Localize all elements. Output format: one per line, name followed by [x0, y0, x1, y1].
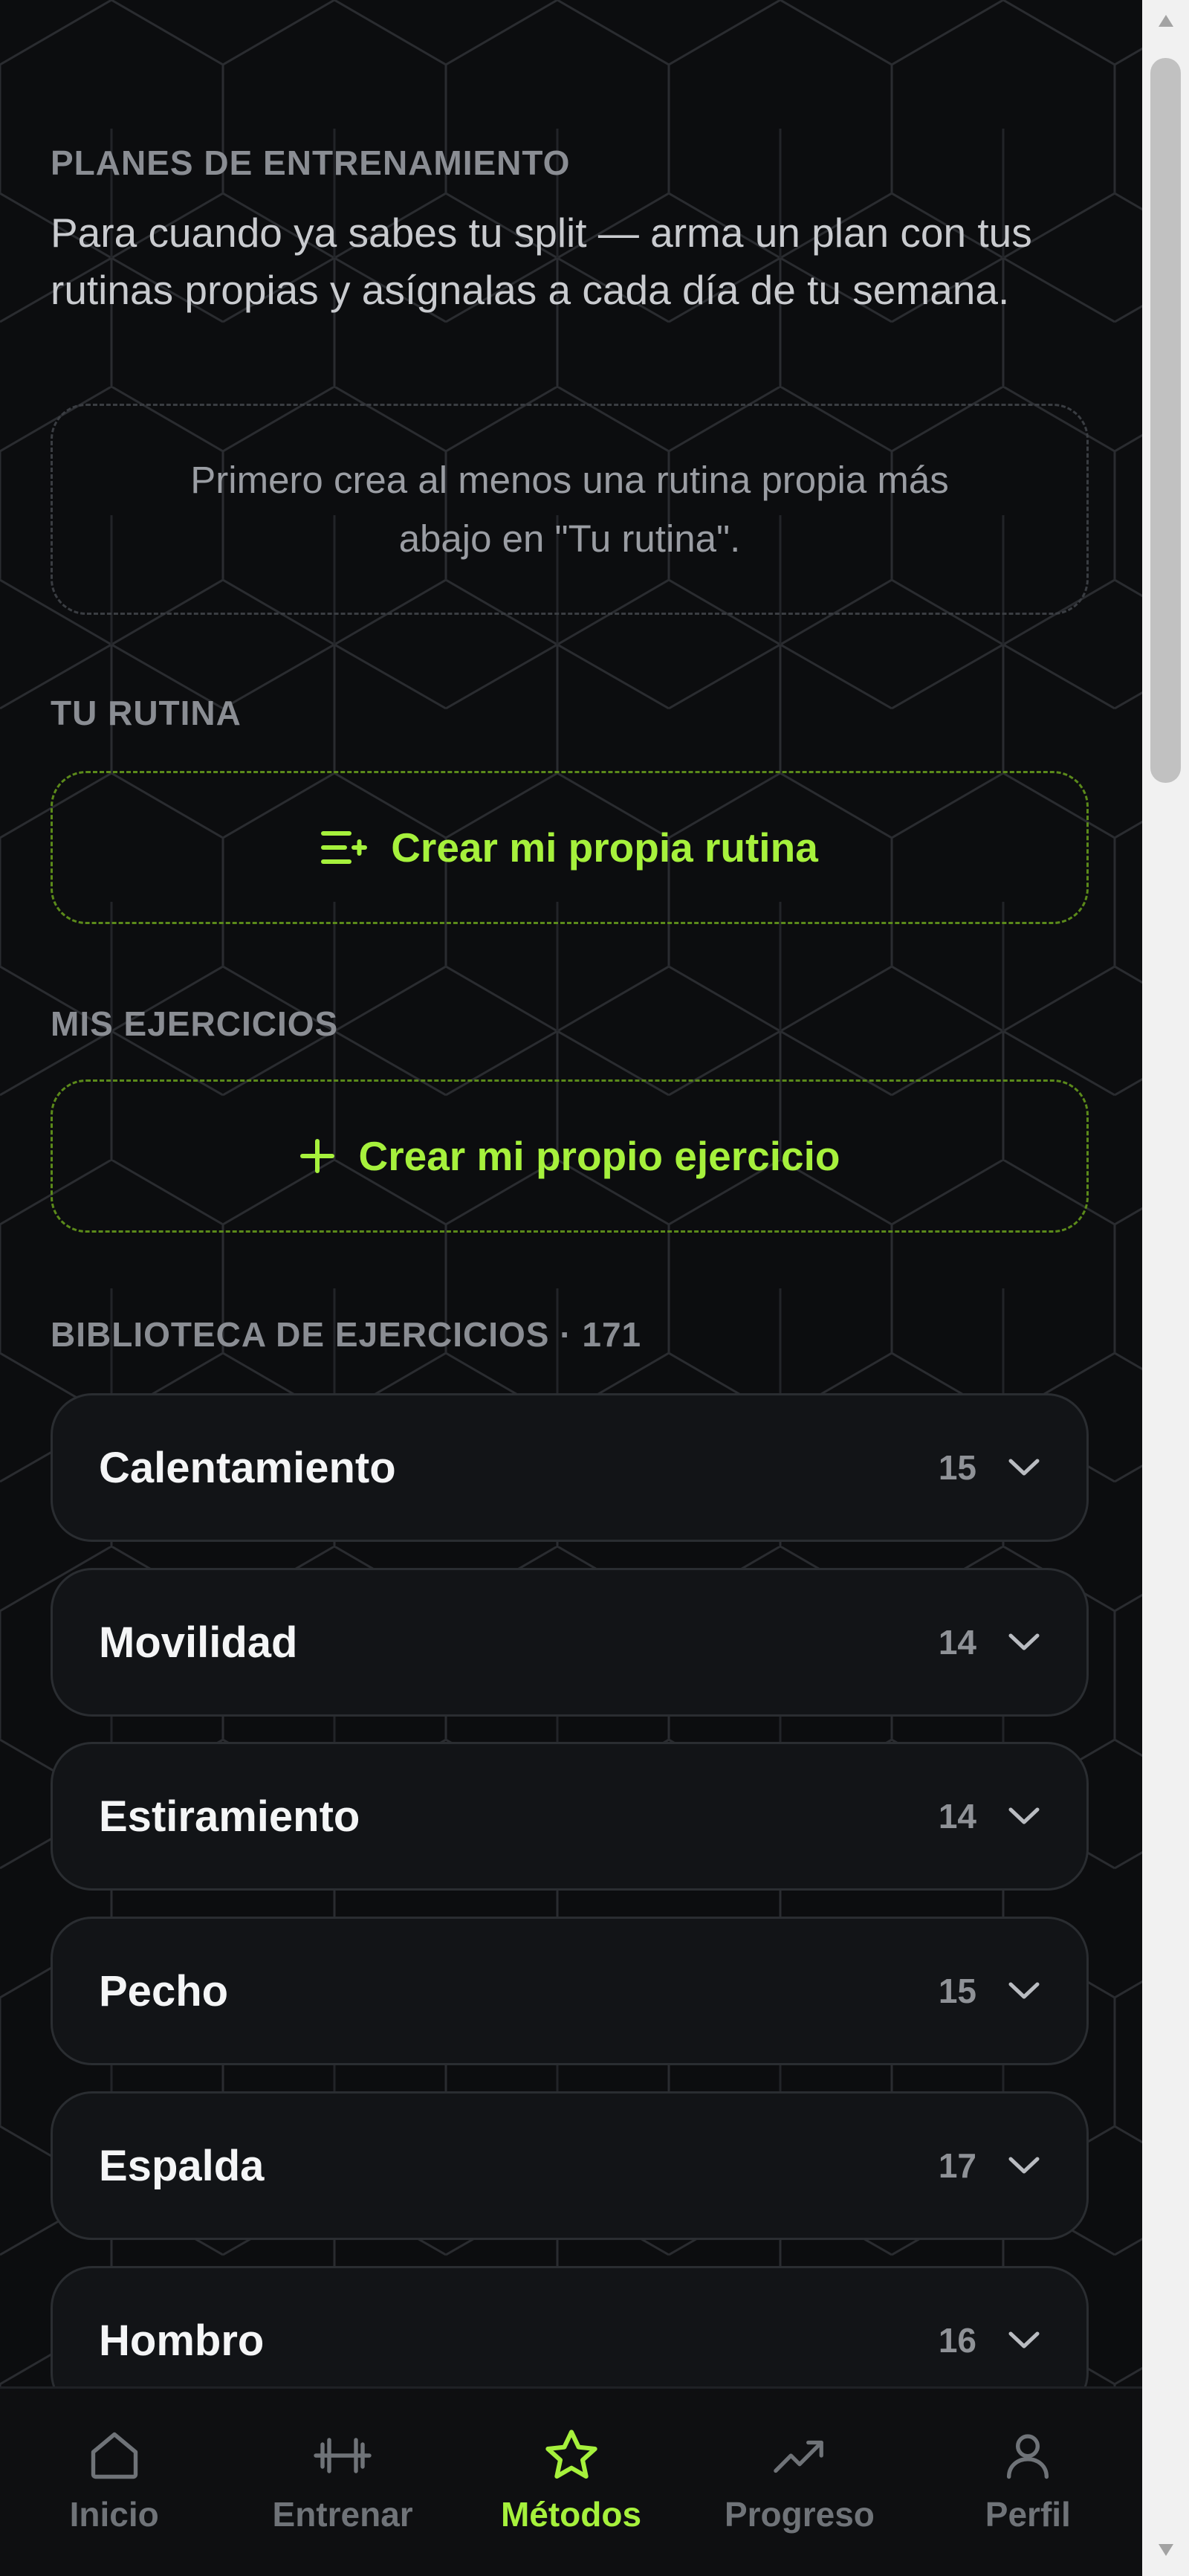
create-exercise-button[interactable]: Crear mi propio ejercicio	[51, 1079, 1089, 1233]
category-count: 17	[938, 2146, 976, 2185]
bottom-navigation: Inicio Entrenar Métodos Progreso Perfil	[0, 2386, 1142, 2576]
category-name: Espalda	[99, 2141, 265, 2190]
category-count: 14	[938, 1797, 976, 1836]
vertical-scrollbar[interactable]	[1142, 0, 1189, 2576]
nav-label-entrenar: Entrenar	[272, 2495, 413, 2534]
list-add-icon	[321, 829, 368, 866]
nav-item-perfil[interactable]: Perfil	[914, 2389, 1142, 2576]
create-routine-button[interactable]: Crear mi propia rutina	[51, 771, 1089, 924]
category-name: Estiramiento	[99, 1792, 360, 1841]
scrollbar-thumb[interactable]	[1150, 58, 1181, 783]
nav-label-inicio: Inicio	[69, 2495, 159, 2534]
home-icon	[86, 2426, 143, 2485]
main-content: PLANES DE ENTRENAMIENTO Para cuando ya s…	[0, 0, 1142, 2386]
nav-item-inicio[interactable]: Inicio	[0, 2389, 228, 2576]
plans-empty-note-text: Primero crea al menos una rutina propia …	[190, 459, 949, 560]
nav-label-metodos: Métodos	[500, 2495, 642, 2534]
category-item[interactable]: Espalda 17	[51, 2091, 1089, 2240]
plans-empty-note: Primero crea al menos una rutina propia …	[51, 404, 1089, 615]
plans-description: Para cuando ya sabes tu split — arma un …	[51, 210, 1032, 313]
category-name: Hombro	[99, 2316, 265, 2365]
plans-heading: PLANES DE ENTRENAMIENTO	[51, 143, 571, 182]
category-item[interactable]: Estiramiento 14	[51, 1742, 1089, 1891]
nav-label-progreso: Progreso	[724, 2495, 875, 2534]
category-item[interactable]: Calentamiento 15	[51, 1393, 1089, 1542]
chevron-down-icon	[1008, 1633, 1040, 1652]
category-item[interactable]: Pecho 15	[51, 1917, 1089, 2065]
category-item[interactable]: Movilidad 14	[51, 1568, 1089, 1717]
category-name: Pecho	[99, 1966, 229, 2015]
category-item[interactable]: Hombro 16	[51, 2266, 1089, 2386]
nav-item-progreso[interactable]: Progreso	[685, 2389, 913, 2576]
app-screen: PLANES DE ENTRENAMIENTO Para cuando ya s…	[0, 0, 1189, 2576]
create-exercise-label: Crear mi propio ejercicio	[358, 1133, 840, 1179]
star-icon	[542, 2426, 601, 2485]
plus-icon	[299, 1138, 335, 1174]
category-count: 16	[938, 2321, 976, 2360]
exercises-heading: MIS EJERCICIOS	[51, 1004, 339, 1043]
dumbbell-icon	[311, 2426, 374, 2485]
nav-label-perfil: Perfil	[985, 2495, 1071, 2534]
category-name: Calentamiento	[99, 1443, 396, 1492]
chevron-down-icon	[1008, 2156, 1040, 2175]
category-name: Movilidad	[99, 1618, 298, 1667]
chevron-down-icon	[1008, 2331, 1040, 2350]
category-count: 15	[938, 1972, 976, 2010]
chevron-down-icon	[1008, 1981, 1040, 2001]
scroll-down-arrow-icon[interactable]	[1157, 2543, 1175, 2557]
library-heading: BIBLIOTECA DE EJERCICIOS · 171	[51, 1315, 642, 1354]
nav-item-entrenar[interactable]: Entrenar	[228, 2389, 456, 2576]
chevron-down-icon	[1008, 1807, 1040, 1826]
category-count: 15	[938, 1448, 976, 1487]
nav-item-metodos[interactable]: Métodos	[457, 2389, 685, 2576]
routine-heading: TU RUTINA	[51, 694, 242, 732]
chevron-down-icon	[1008, 1458, 1040, 1477]
category-count: 14	[938, 1623, 976, 1662]
scroll-up-arrow-icon[interactable]	[1157, 13, 1175, 28]
create-routine-label: Crear mi propia rutina	[391, 824, 818, 871]
user-icon	[1000, 2426, 1056, 2485]
trending-up-icon	[771, 2426, 828, 2485]
